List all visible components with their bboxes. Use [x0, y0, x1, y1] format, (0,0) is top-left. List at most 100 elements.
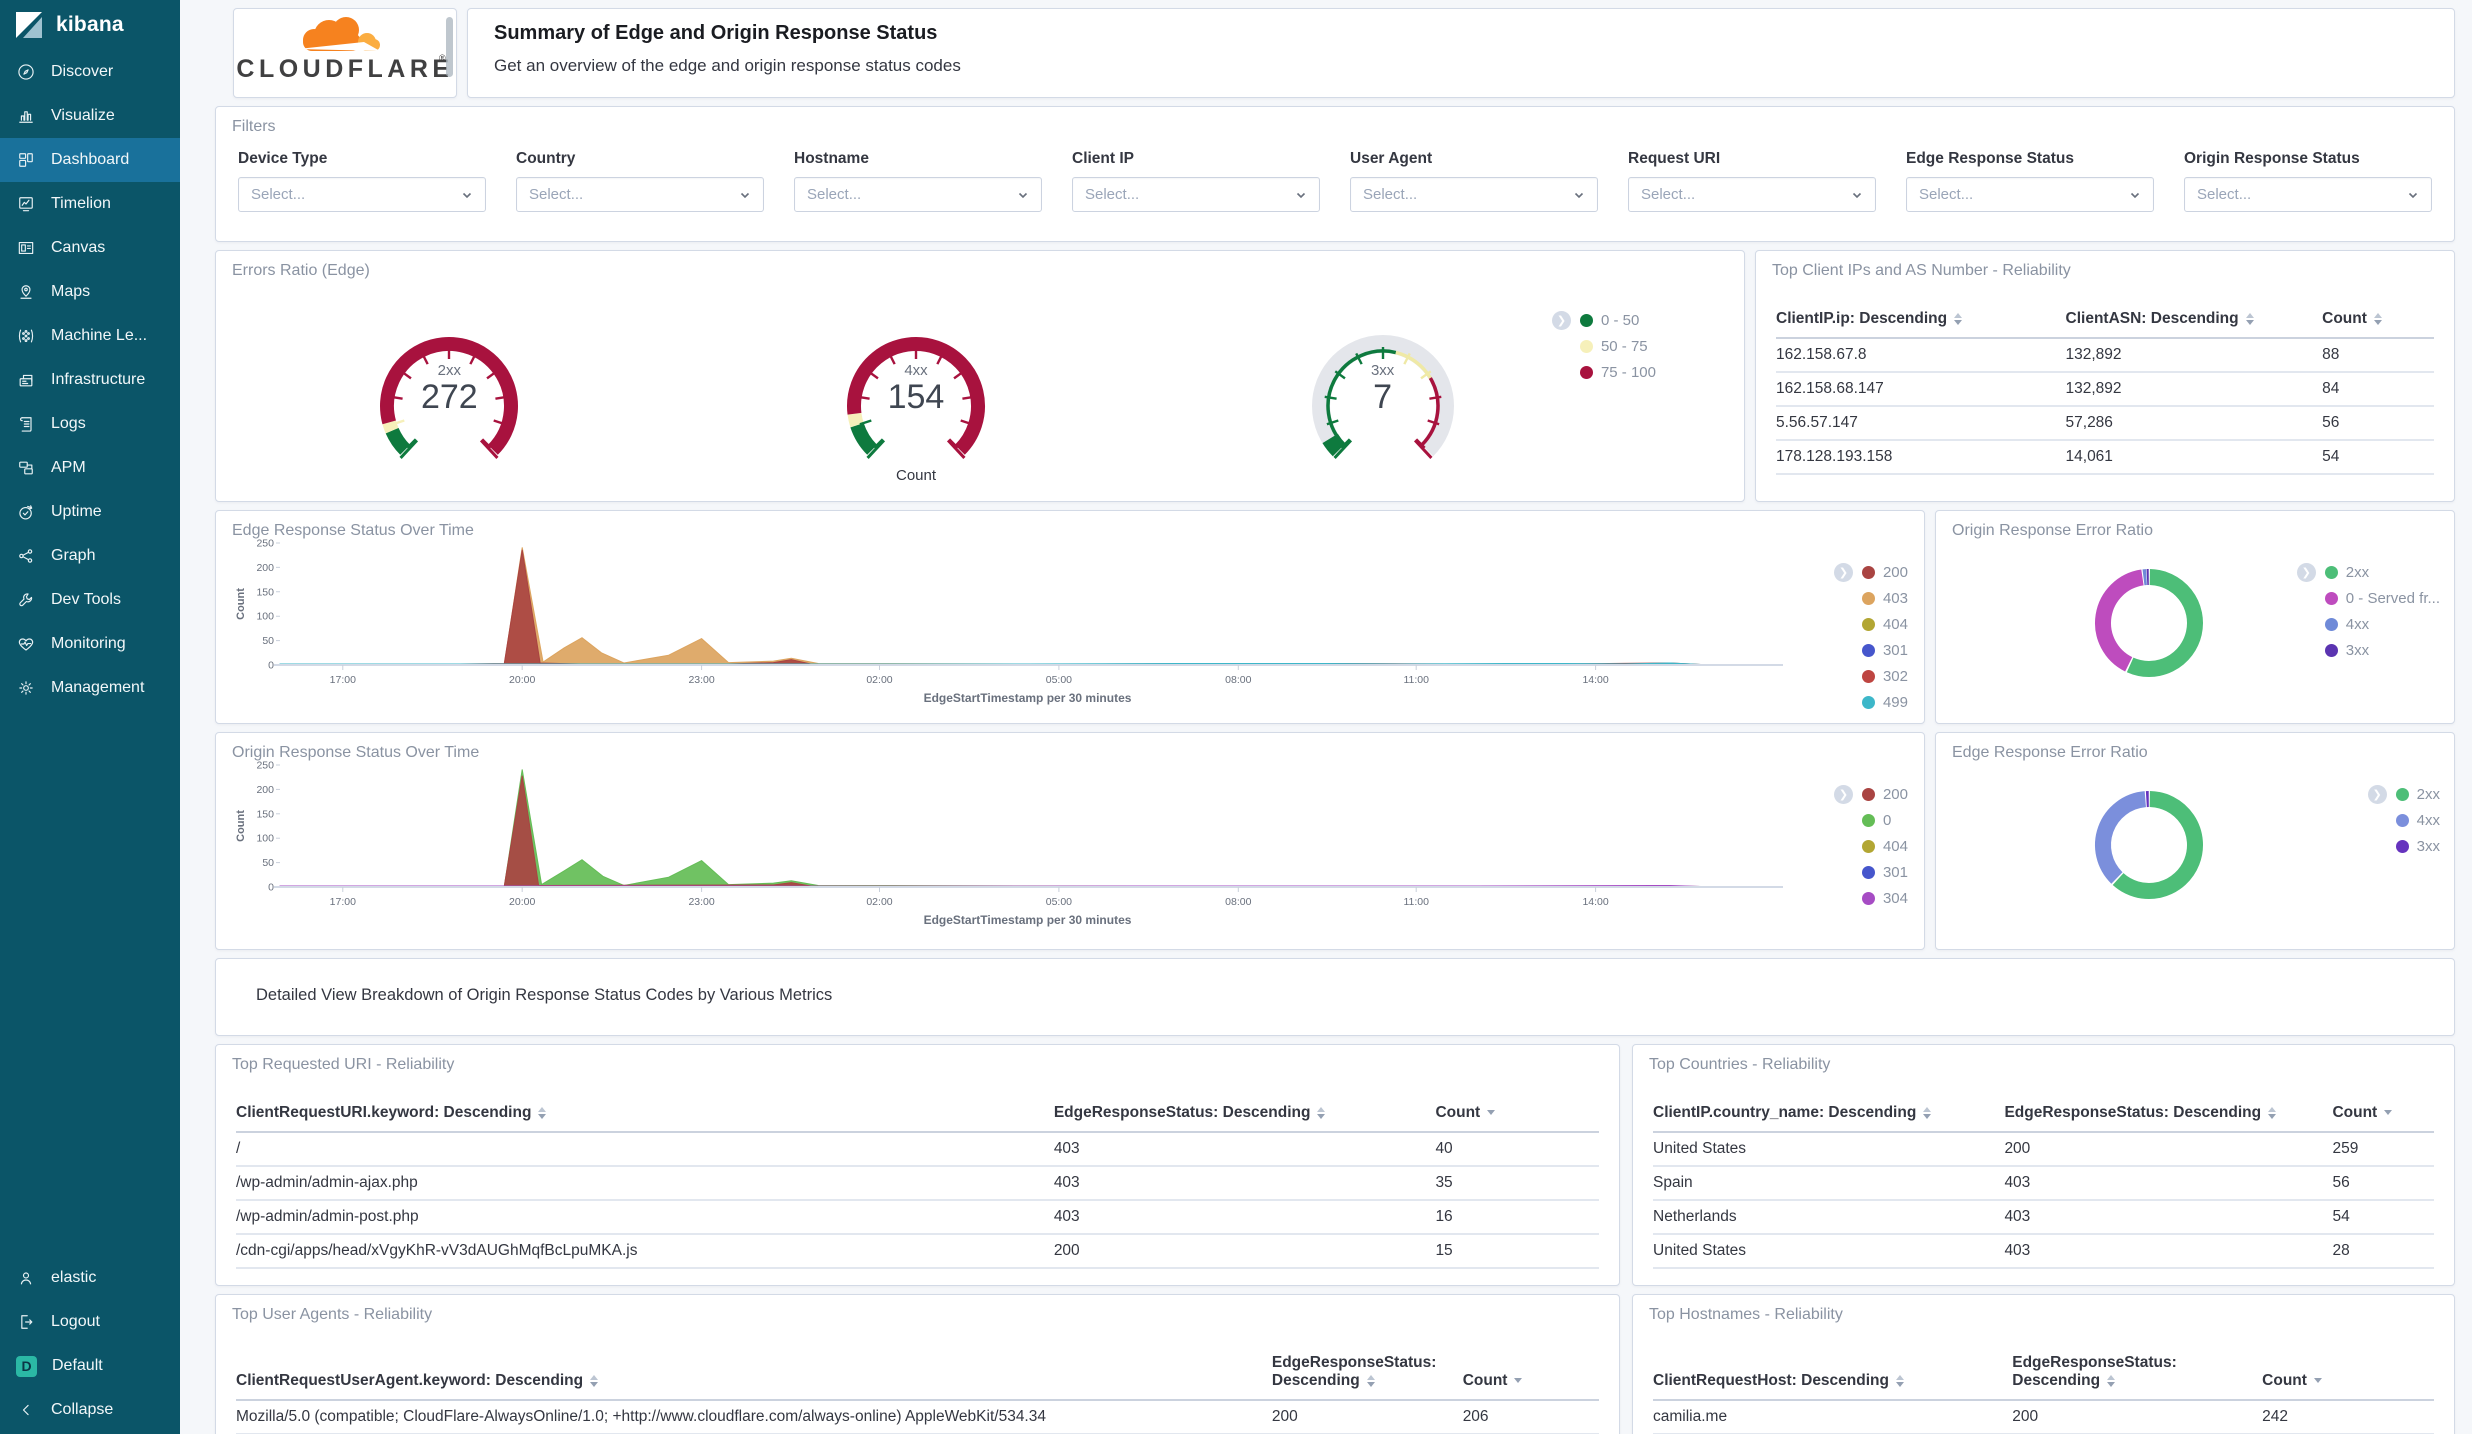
- table-cell: 242: [2262, 1400, 2434, 1434]
- gauge-3xx[interactable]: 3xx 7: [1288, 310, 1478, 470]
- sidebar-item-graph[interactable]: Graph: [0, 534, 180, 578]
- table-cell: 403: [2004, 1200, 2333, 1235]
- sidebar-item-timelion[interactable]: Timelion: [0, 182, 180, 226]
- sidebar-item-dashboard[interactable]: Dashboard: [0, 138, 180, 182]
- top-user-agents-panel: Top User Agents - Reliability ClientRequ…: [215, 1294, 1620, 1434]
- logs-icon: [20, 417, 32, 432]
- legend-item-0-served-fr[interactable]: 0 - Served fr...: [2297, 585, 2440, 611]
- svg-text:200: 200: [256, 784, 274, 796]
- column-header-clientip-country-name-descending[interactable]: ClientIP.country_name: Descending: [1653, 1098, 2005, 1133]
- legend-color-dot: [1861, 565, 1875, 579]
- column-label: ClientASN: Descending: [2065, 310, 2239, 327]
- legend-item-3xx[interactable]: 3xx: [2297, 637, 2440, 663]
- edge-status-chart[interactable]: 0 50 100 150 200 250 Count 17:00 20:00 23:00 02:00…: [230, 537, 1795, 714]
- legend-item-404[interactable]: 404: [1834, 611, 1908, 637]
- origin-status-chart[interactable]: 0 50 100 150 200 250 Count 17:00 20:00 23:00 02:00…: [230, 759, 1795, 936]
- legend-item-4xx[interactable]: 4xx: [2368, 807, 2440, 833]
- legend-item-50-75[interactable]: 50 - 75: [1552, 333, 1656, 359]
- sidebar-item-apm[interactable]: APM: [0, 446, 180, 490]
- filter-select-user-agent[interactable]: Select...: [1350, 177, 1598, 212]
- filter-select-origin-response-status[interactable]: Select...: [2184, 177, 2432, 212]
- kibana-home-link[interactable]: kibana: [0, 0, 180, 50]
- sidebar-item-infrastructure[interactable]: Infrastructure: [0, 358, 180, 402]
- panel-scrollbar[interactable]: [446, 17, 453, 77]
- column-header-clientip-ip-descending[interactable]: ClientIP.ip: Descending: [1776, 304, 2066, 339]
- legend-item-499[interactable]: 499: [1834, 689, 1908, 715]
- gauge-2xx[interactable]: 2xx 272: [354, 310, 544, 470]
- filter-label: Edge Response Status: [1906, 150, 2074, 167]
- sidebar: kibana Discover Visualize Dashboard Timelio…: [0, 0, 180, 1434]
- column-header-edgeresponsestatus-descending[interactable]: EdgeResponseStatus: Descending: [1053, 1098, 1436, 1133]
- select-placeholder: Select...: [1085, 186, 1140, 203]
- column-header-clientasn-descending[interactable]: ClientASN: Descending: [2065, 304, 2323, 339]
- legend-item-200[interactable]: ❯ 200: [1833, 559, 1908, 585]
- filter-select-hostname[interactable]: Select...: [794, 177, 1042, 212]
- sidebar-item-uptime[interactable]: Uptime: [0, 490, 180, 534]
- filter-select-edge-response-status[interactable]: Select...: [1906, 177, 2154, 212]
- chevron-down-icon: [1018, 192, 1028, 198]
- legend-item-3xx[interactable]: 3xx: [2368, 833, 2440, 859]
- legend-expand-icon[interactable]: ❯: [2367, 784, 2387, 804]
- legend-expand-icon[interactable]: ❯: [1833, 784, 1853, 804]
- legend-item-0[interactable]: 0: [1834, 807, 1908, 833]
- table-cell: 200: [1271, 1400, 1463, 1434]
- legend-item-2xx[interactable]: ❯ 2xx: [2367, 781, 2440, 807]
- legend-item-301[interactable]: 301: [1834, 859, 1908, 885]
- column-header-clientrequesthost-descending[interactable]: ClientRequestHost: Descending: [1653, 1348, 2013, 1401]
- filter-select-client-ip[interactable]: Select...: [1072, 177, 1320, 212]
- column-header-count[interactable]: Count: [1435, 1098, 1599, 1133]
- filter-select-request-uri[interactable]: Select...: [1628, 177, 1876, 212]
- legend-item-403[interactable]: 403: [1834, 585, 1908, 611]
- column-header-count[interactable]: Count: [2322, 304, 2434, 339]
- table-cell: United States: [1653, 1132, 2005, 1167]
- edge-error-donut[interactable]: [2074, 773, 2224, 928]
- uri-countries-row: Top Requested URI - Reliability ClientRe…: [215, 1044, 2455, 1286]
- legend-item-302[interactable]: 302: [1834, 663, 1908, 689]
- legend-item-304[interactable]: 304: [1834, 885, 1908, 911]
- sidebar-item-management[interactable]: Management: [0, 666, 180, 710]
- filter-select-device-type[interactable]: Select...: [238, 177, 486, 212]
- column-label: ClientIP.country_name: Descending: [1653, 1104, 1917, 1121]
- legend-item-404[interactable]: 404: [1834, 833, 1908, 859]
- legend-item-0-50[interactable]: ❯ 0 - 50: [1551, 307, 1656, 333]
- column-header-edgeresponsestatus-descending[interactable]: EdgeResponseStatus: Descending: [2004, 1098, 2333, 1133]
- sidebar-item-dev-tools[interactable]: Dev Tools: [0, 578, 180, 622]
- sidebar-item-maps[interactable]: Maps: [0, 270, 180, 314]
- legend-item-75-100[interactable]: 75 - 100: [1552, 359, 1656, 385]
- legend-item-301[interactable]: 301: [1834, 637, 1908, 663]
- sidebar-item-canvas[interactable]: Canvas: [0, 226, 180, 270]
- column-header-count[interactable]: Count: [2332, 1098, 2434, 1133]
- column-header-count[interactable]: Count: [1462, 1348, 1599, 1401]
- sidebar-item-logs[interactable]: Logs: [0, 402, 180, 446]
- origin-error-donut[interactable]: [2074, 551, 2224, 706]
- legend-expand-icon[interactable]: ❯: [1551, 310, 1571, 330]
- filter-select-country[interactable]: Select...: [516, 177, 764, 212]
- sort-both-icon: [2373, 312, 2382, 325]
- legend-item-200[interactable]: ❯ 200: [1833, 781, 1908, 807]
- legend-expand-icon[interactable]: ❯: [1833, 562, 1853, 582]
- table-cell: Mozilla/5.0 (compatible; CloudFlare-Alwa…: [236, 1400, 1272, 1434]
- legend-item-2xx[interactable]: ❯ 2xx: [2296, 559, 2440, 585]
- column-header-clientrequesturi-keyword-descending[interactable]: ClientRequestURI.keyword: Descending: [236, 1098, 1054, 1133]
- column-label: EdgeResponseStatus: Descending: [1053, 1104, 1311, 1121]
- sidebar-item-discover[interactable]: Discover: [0, 50, 180, 94]
- sidebar-item-monitoring[interactable]: Monitoring: [0, 622, 180, 666]
- legend-expand-icon[interactable]: ❯: [2296, 562, 2316, 582]
- origin-chart-legend: ❯ 200 0 404 301 304: [1833, 781, 1908, 911]
- table-row: camilia.me 200 242: [1653, 1400, 2434, 1434]
- chevron-down-icon: [1574, 192, 1584, 198]
- svg-text:150: 150: [256, 586, 274, 598]
- sidebar-item-visualize[interactable]: Visualize: [0, 94, 180, 138]
- sidebar-item-default[interactable]: D Default: [0, 1344, 180, 1388]
- column-header-edgeresponsestatus-descending[interactable]: EdgeResponseStatus: Descending: [2012, 1348, 2263, 1401]
- column-header-count[interactable]: Count: [2262, 1348, 2434, 1401]
- column-header-edgeresponsestatus-descending[interactable]: EdgeResponseStatus: Descending: [1271, 1348, 1463, 1401]
- table-cell: 132,892: [2065, 372, 2323, 407]
- sidebar-item-logout[interactable]: Logout: [0, 1300, 180, 1344]
- sidebar-item-machine-le[interactable]: Machine Le...: [0, 314, 180, 358]
- column-header-clientrequestuseragent-keyword-descending[interactable]: ClientRequestUserAgent.keyword: Descendi…: [236, 1348, 1272, 1401]
- sidebar-item-collapse[interactable]: Collapse: [0, 1388, 180, 1432]
- legend-item-4xx[interactable]: 4xx: [2297, 611, 2440, 637]
- sidebar-item-elastic[interactable]: elastic: [0, 1256, 180, 1300]
- gauge-4xx[interactable]: 4xx 154: [821, 310, 1011, 470]
